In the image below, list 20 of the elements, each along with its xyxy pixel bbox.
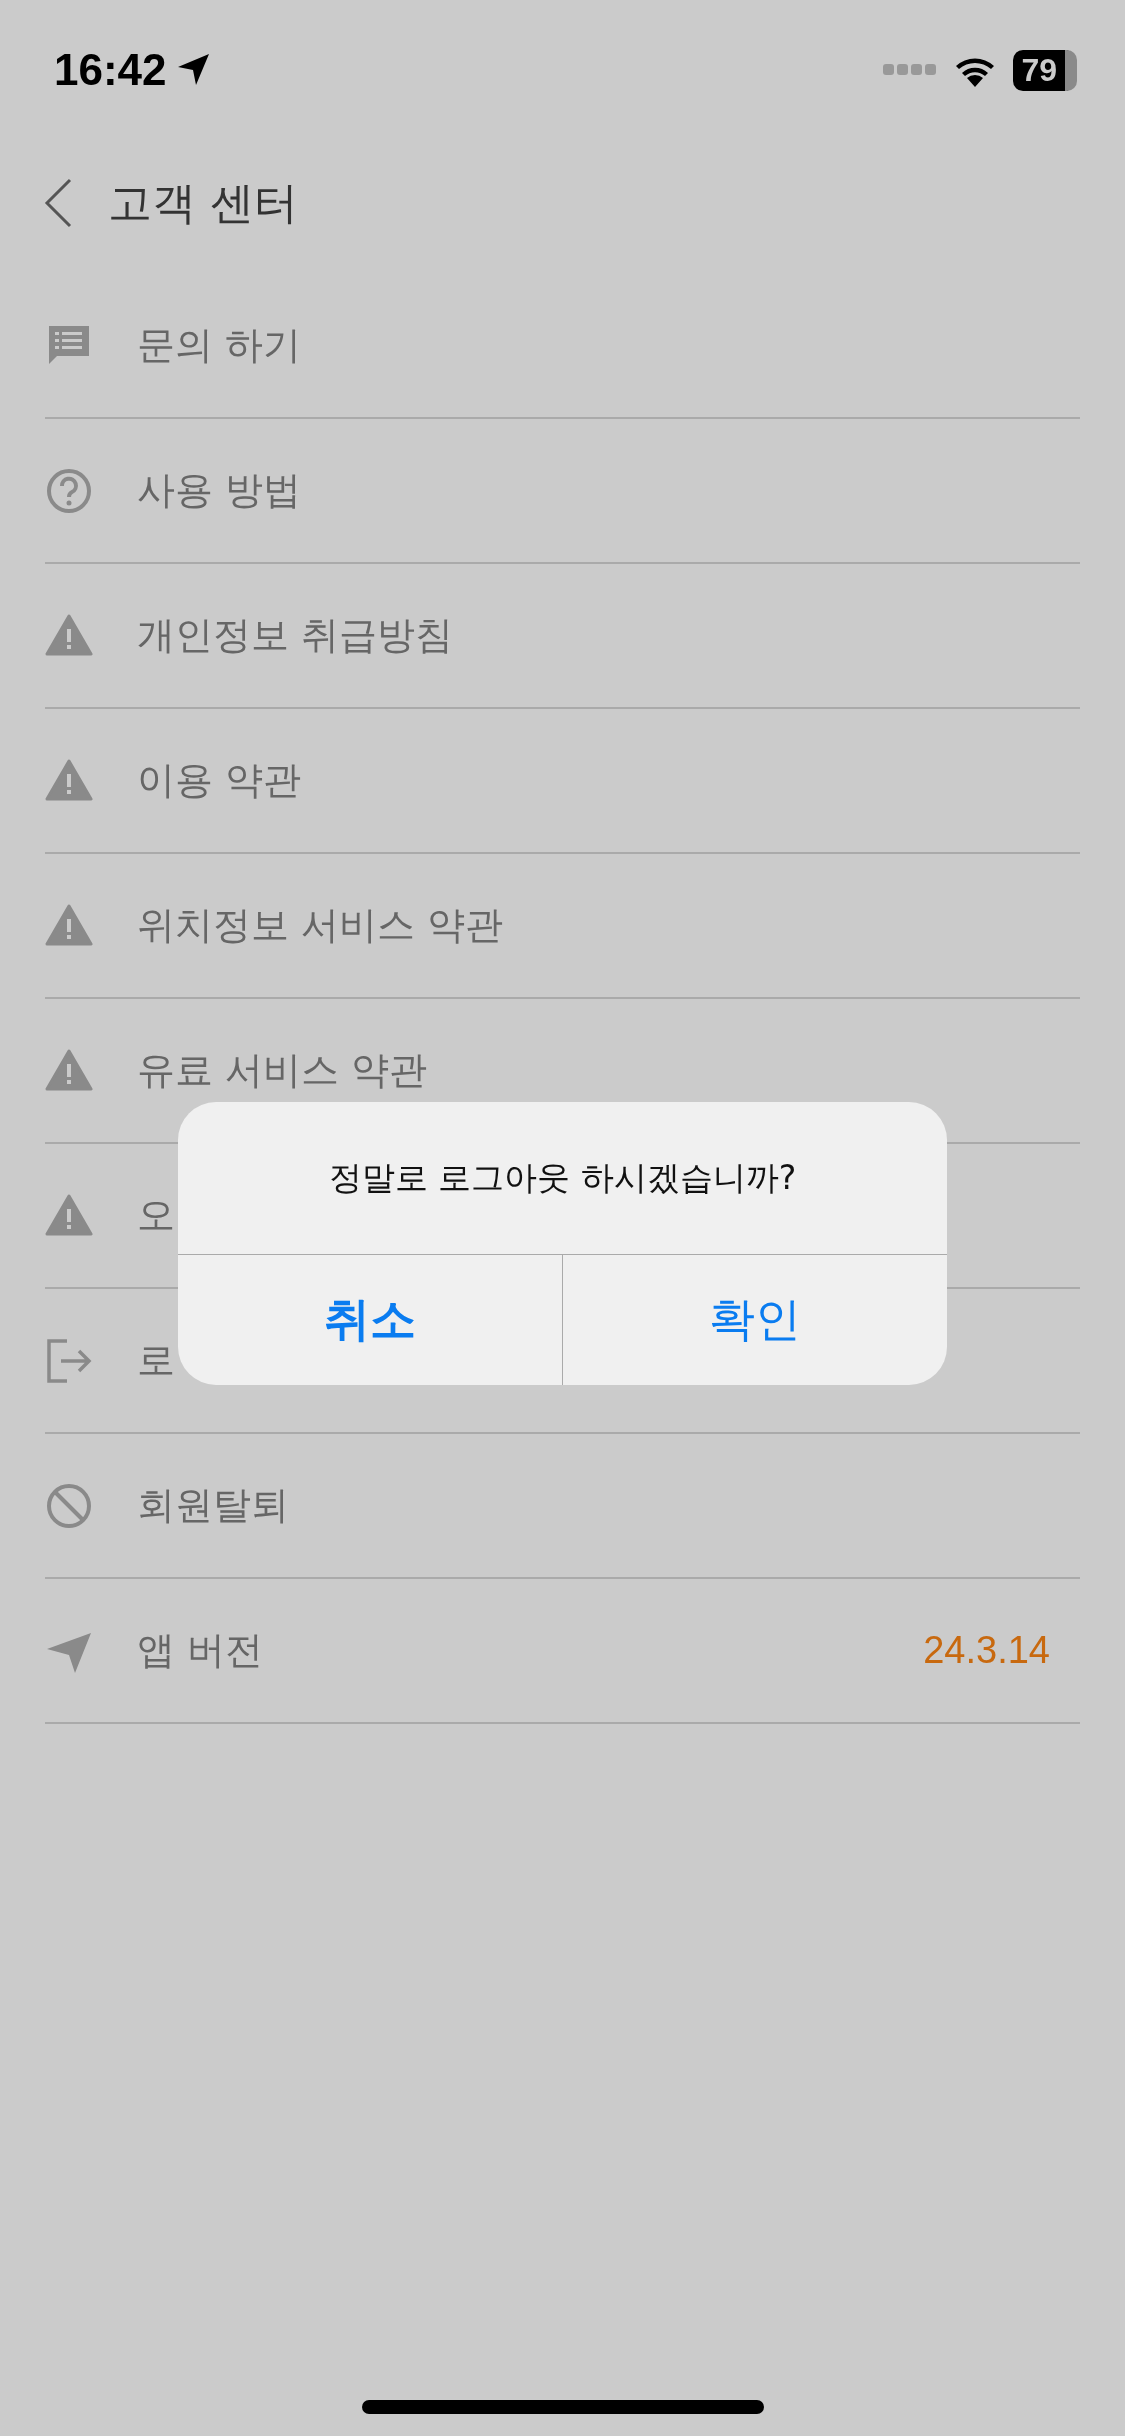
logout-icon [45,1336,93,1385]
menu-item-label[interactable]: 개인정보 취급방침 [137,610,1080,661]
battery-level: 79 [1013,49,1077,91]
dialog-button[interactable]: 취소 [178,1255,562,1385]
help-icon [45,466,93,515]
page-title: 고객 센터 [108,175,298,230]
version-number: 24.3.14 [923,1629,1050,1672]
menu-item-label[interactable]: 유료 서비스 약관 [137,1045,1080,1096]
back-icon[interactable] [44,178,72,228]
ban-icon [45,1481,93,1530]
menu-item-label[interactable]: 사용 방법 [137,465,1080,516]
menu-item-label[interactable]: 회원탈퇴 [137,1480,1080,1531]
menu-item-label[interactable]: 앱 버전 [137,1625,880,1676]
status-time: 16:42 [54,45,167,95]
menu-item-label[interactable]: 위치정보 서비스 약관 [137,900,1080,951]
dialog-message: 정말로 로그아웃 하시겠습니까? [328,1156,797,1199]
menu-item-label[interactable]: 이용 약관 [137,755,1080,806]
dialog-button[interactable]: 확인 [562,1255,947,1385]
cellular-signal-icon [883,64,938,76]
menu-item-label[interactable]: 문의 하기 [137,320,1080,371]
